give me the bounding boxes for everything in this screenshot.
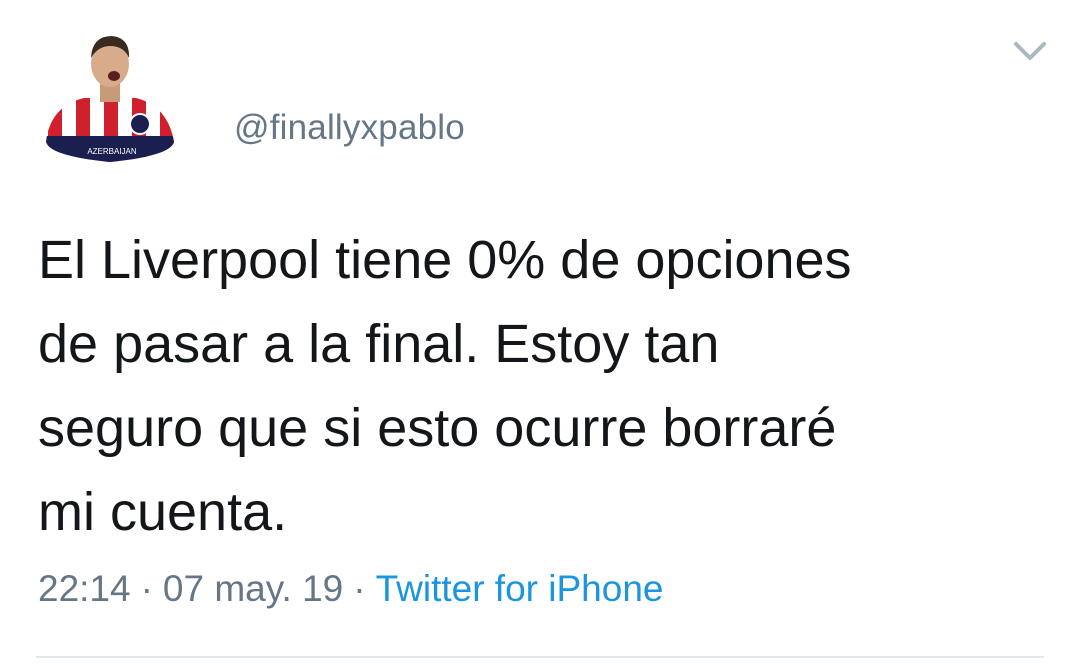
- tweet-text-line: mi cuenta.: [38, 482, 288, 542]
- divider: [36, 656, 1044, 658]
- tweet-card: AZERBAIJAN @finallyxpablo El Liverpool t…: [0, 0, 1080, 664]
- tweet-text: El Liverpool tiene 0% de opciones de pas…: [38, 218, 1048, 554]
- avatar-image: AZERBAIJAN: [46, 36, 174, 162]
- avatar-sponsor-text: AZERBAIJAN: [87, 147, 137, 156]
- tweet-text-line: seguro que si esto ocurre borraré: [38, 398, 837, 458]
- meta-separator: ·: [140, 568, 153, 609]
- tweet-metadata: 22:14 · 07 may. 19 · Twitter for iPhone: [38, 568, 663, 610]
- tweet-text-line: El Liverpool tiene 0% de opciones: [38, 230, 852, 290]
- tweet-text-line: de pasar a la final. Estoy tan: [38, 314, 720, 374]
- tweet-time[interactable]: 22:14: [38, 568, 131, 609]
- chevron-down-icon[interactable]: [1010, 38, 1050, 64]
- tweet-source-link[interactable]: Twitter for iPhone: [376, 568, 664, 609]
- username[interactable]: @finallyxpablo: [234, 108, 465, 148]
- avatar[interactable]: AZERBAIJAN: [40, 24, 180, 174]
- meta-separator: ·: [353, 568, 366, 609]
- tweet-date[interactable]: 07 may. 19: [163, 568, 343, 609]
